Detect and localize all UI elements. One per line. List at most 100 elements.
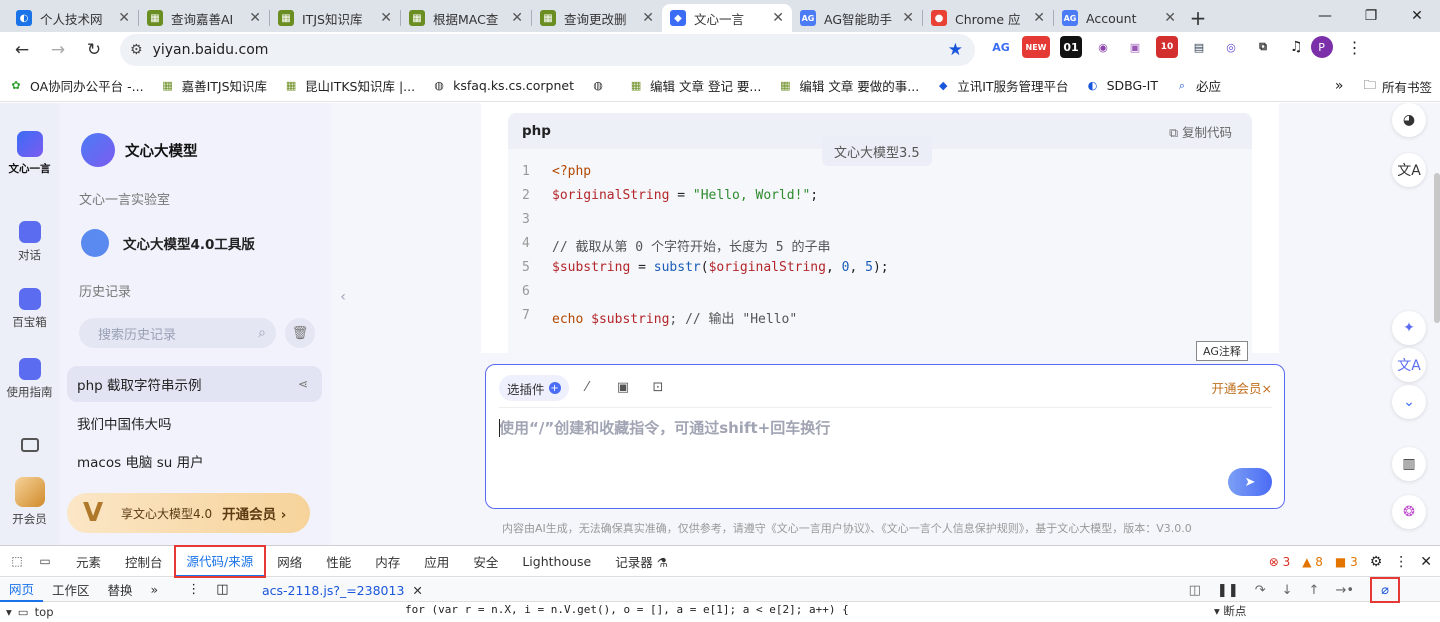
bookmark-item[interactable]: ▦ 编辑 文章 登记 要... [628,76,762,95]
scrollbar-thumb[interactable] [1434,173,1440,323]
all-bookmarks[interactable]: 所有书签 [1382,77,1432,96]
devtools-tab[interactable]: 元素 [64,546,113,577]
bookmarks-overflow-icon[interactable]: » [1335,78,1344,94]
bookmark-item[interactable]: ◍ [590,78,612,94]
bookmark-item[interactable]: ◐ SDBG-IT [1085,78,1158,94]
devtools-tab[interactable]: 应用 [412,546,461,577]
extension-icon[interactable]: ◉ [1092,36,1114,58]
browser-tab[interactable]: ▦ 查询更改删 ✕ [532,4,662,32]
rail-item[interactable] [0,438,59,456]
sources-subtab[interactable]: 工作区 [43,580,99,599]
deactivate-breakpoints-icon[interactable]: ⌀ [1370,577,1400,603]
warning-count[interactable]: ▲ 8 [1302,555,1323,569]
brain-icon[interactable]: ❂ [1392,495,1426,529]
new-tab-button[interactable]: + [1184,4,1212,32]
toggle-navigator-icon[interactable]: ◫ [216,582,228,597]
sparkle-icon[interactable]: ✦ [1392,311,1426,345]
image-icon[interactable]: ▣ [615,379,631,395]
browser-tab[interactable]: ▦ ITJS知识库 ✕ [270,4,400,32]
extension-icon[interactable]: AG [990,36,1012,58]
extension-icon[interactable]: ▤ [1188,36,1210,58]
browser-tab[interactable]: ◐ 个人技术网 ✕ [8,4,138,32]
open-member-link[interactable]: 开通会员× [1212,378,1272,397]
close-file-icon[interactable]: ✕ [412,583,422,598]
settings-gear-icon[interactable]: ⚙ [1370,554,1383,570]
browser-menu-icon[interactable]: ⋮ [1347,38,1363,57]
rail-item[interactable]: 使用指南 [0,358,59,400]
tab-close-icon[interactable]: ✕ [902,10,914,26]
collapse-sidebar-icon[interactable]: ‹ [334,285,352,309]
close-window-button[interactable]: ✕ [1394,0,1440,32]
vip-action-button[interactable]: 开通会员 › [222,503,286,523]
extension-icon[interactable]: ⧉ [1252,36,1274,58]
devtools-tab[interactable]: 内存 [363,546,412,577]
vip-banner[interactable]: V 享文心大模型4.0 开通会员 › [67,493,310,533]
extension-icon[interactable]: 01 [1060,36,1082,58]
browser-tab[interactable]: ▦ 根据MAC查 ✕ [401,4,531,32]
ag-annotate-tag[interactable]: AG注释 [1196,341,1248,361]
tab-close-icon[interactable]: ✕ [380,10,392,26]
breakpoints-section[interactable]: ▾ 断点 [1214,603,1246,619]
address-bar[interactable]: ⚙ yiyan.baidu.com ★ [120,34,975,66]
bookmark-item[interactable]: ◍ ksfaq.ks.cs.corpnet [431,78,574,94]
history-item[interactable]: 我们中国伟大吗 [67,405,322,441]
browser-tab[interactable]: ● Chrome 应 ✕ [923,4,1053,32]
bookmark-item[interactable]: ◆ 立讯IT服务管理平台 [935,76,1069,95]
translate-float-icon[interactable]: 文A [1392,348,1426,382]
history-item[interactable]: macos 电脑 su 用户 [67,443,322,479]
bookmark-item[interactable]: ▦ 编辑 文章 要做的事... [777,76,919,95]
bookmark-star-icon[interactable]: ★ [948,40,963,60]
step-out-icon[interactable]: ↑ [1309,583,1320,598]
close-devtools-icon[interactable]: ✕ [1420,554,1432,570]
chevron-down-icon[interactable]: ⌄ [1392,385,1426,419]
site-info-icon[interactable]: ⚙ [130,42,143,58]
tab-close-icon[interactable]: ✕ [1164,10,1176,26]
inspect-element-icon[interactable]: ⬚ [6,550,28,572]
file-icon[interactable]: ⊡ [650,379,666,395]
rail-item[interactable]: 开会员 [0,477,59,527]
profile-avatar[interactable]: P [1310,36,1333,58]
tool-version-item[interactable]: 文心大模型4.0工具版 [81,229,255,257]
devtools-tab[interactable]: 源代码/来源 [173,544,267,578]
step-icon[interactable]: →• [1335,583,1354,598]
browser-tab[interactable]: AG AG智能助手 ✕ [792,4,922,32]
page-scrollbar[interactable] [1434,103,1440,545]
translate-icon[interactable]: 文A [1392,153,1426,187]
rail-item[interactable]: 百宝箱 [0,288,59,330]
step-into-icon[interactable]: ↓ [1282,583,1293,598]
issue-count[interactable]: ■ 3 [1335,555,1358,569]
extension-icon[interactable]: ◎ [1220,36,1242,58]
media-control-icon[interactable]: ♫ [1290,39,1303,55]
tab-close-icon[interactable]: ✕ [1033,10,1045,26]
tab-close-icon[interactable]: ✕ [642,10,654,26]
reader-icon[interactable]: ▥ [1392,447,1426,481]
sources-subtab[interactable]: 网页 [0,578,44,602]
frame-tree-item[interactable]: ▾ ▭ top [6,605,54,619]
bookmark-item[interactable]: ▦ 嘉善ITJS知识库 [160,76,267,95]
sources-subtab[interactable]: 替换 [99,580,142,599]
forward-button[interactable]: → [40,34,76,66]
bookmark-item[interactable]: ▦ 昆山ITKS知识库 |... [283,76,415,95]
assistant-face-icon[interactable]: ◕ [1392,103,1426,137]
devtools-tab[interactable]: 控制台 [113,546,175,577]
devtools-tab[interactable]: 记录器 ⚗ [603,546,680,577]
copy-code-button[interactable]: ⧉ 复制代码 [1169,122,1232,141]
minimize-button[interactable]: — [1302,0,1348,32]
history-search-input[interactable]: 搜索历史记录 ⌕ [79,318,276,348]
instruction-icon[interactable]: ⁄ [579,379,595,395]
sources-subtab[interactable]: » [142,582,168,597]
devtools-tab[interactable]: 网络 [265,546,314,577]
source-code-line[interactable]: for (var r = n.X, i = n.V.get(), o = [],… [405,603,849,616]
extension-icon[interactable]: NEW [1022,36,1050,58]
open-file-tab[interactable]: acs-2118.js?_=238013 ✕ [262,578,423,602]
browser-tab[interactable]: ◆ 文心一言 ✕ [662,4,792,32]
extension-icon[interactable]: ▣ [1124,36,1146,58]
devtools-menu-icon[interactable]: ⋮ [1394,554,1408,570]
bookmark-item[interactable]: ⌕ 必应 [1174,76,1221,95]
bookmark-item[interactable]: ✿ OA协同办公平台 -... [8,76,143,95]
toggle-debugger-icon[interactable]: ◫ [1189,583,1201,598]
clear-history-button[interactable]: 🗑 [285,318,315,348]
devtools-tab[interactable]: Lighthouse [510,546,603,577]
error-count[interactable]: ⊗ 3 [1269,555,1291,569]
tab-close-icon[interactable]: ✕ [249,10,261,26]
